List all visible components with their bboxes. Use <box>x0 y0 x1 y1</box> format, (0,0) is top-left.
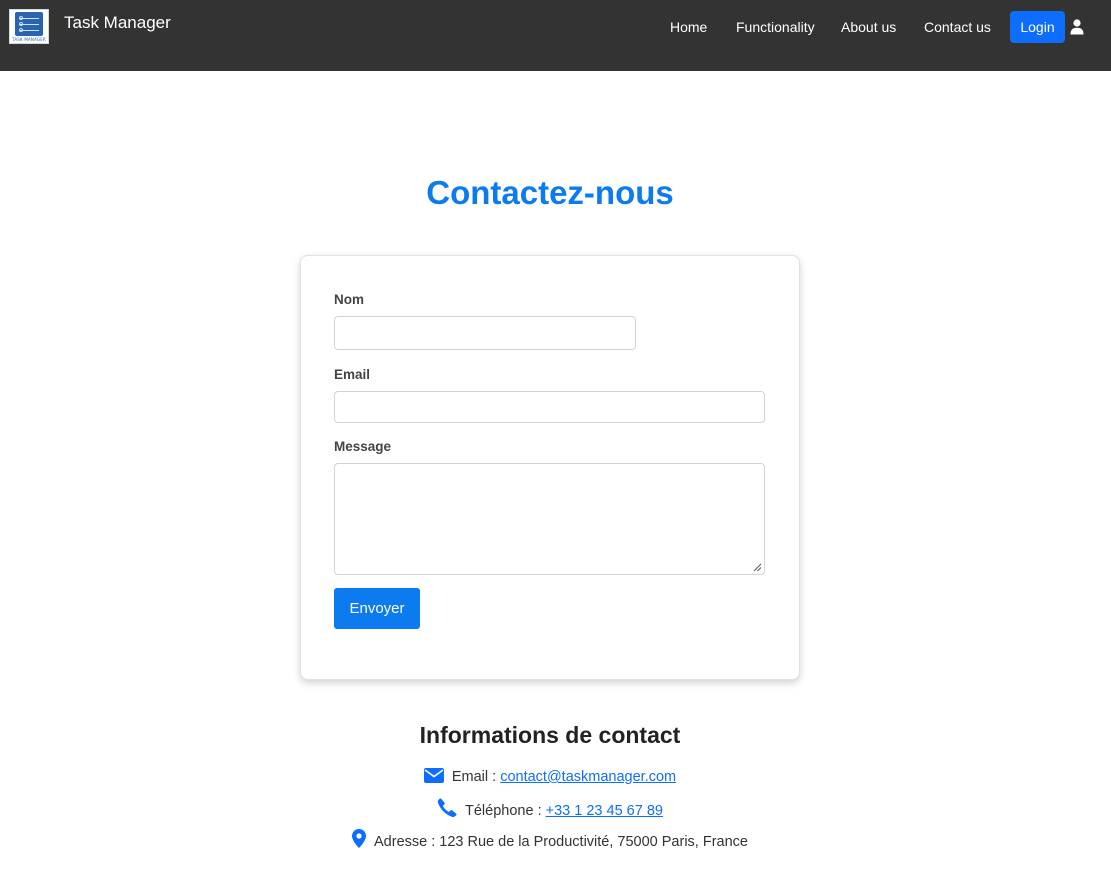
logo-panel <box>15 12 43 36</box>
email-input[interactable] <box>334 391 765 423</box>
nav-about-us[interactable]: About us <box>841 19 896 35</box>
email-label: Email <box>334 367 371 382</box>
nav-home[interactable]: Home <box>670 19 707 35</box>
contact-info-title: Informations de contact <box>419 722 681 748</box>
phone-icon <box>437 798 457 817</box>
user-icon[interactable] <box>1070 19 1084 35</box>
message-label: Message <box>334 439 392 454</box>
email-prefix: Email : <box>451 769 501 785</box>
resize-grip-icon[interactable] <box>753 563 762 572</box>
name-label: Nom <box>334 292 364 307</box>
phone-link[interactable]: +33 1 23 45 67 89 <box>546 803 663 819</box>
nav-functionality[interactable]: Functionality <box>736 19 815 35</box>
navbar: TASK MANAGER Task Manager Home Functiona… <box>0 0 1111 71</box>
message-textarea[interactable] <box>334 463 765 575</box>
contact-email-line: Email : contact@taskmanager.com <box>0 768 1100 785</box>
map-pin-icon <box>352 829 366 848</box>
contact-form-card: Nom Email Message Envoyer <box>300 255 800 680</box>
address-text: Adresse : 123 Rue de la Productivité, 75… <box>374 834 748 850</box>
envelope-icon <box>423 768 444 783</box>
send-button[interactable]: Envoyer <box>334 588 420 629</box>
brand-name[interactable]: Task Manager <box>64 13 171 33</box>
login-button[interactable]: Login <box>1010 11 1065 43</box>
page-title: Contactez-nous <box>426 174 674 211</box>
app-logo[interactable]: TASK MANAGER <box>9 9 49 44</box>
contact-phone-line: Téléphone : +33 1 23 45 67 89 <box>0 798 1100 819</box>
email-link[interactable]: contact@taskmanager.com <box>500 769 676 785</box>
contact-address-line: Adresse : 123 Rue de la Productivité, 75… <box>0 829 1100 850</box>
name-input[interactable] <box>334 316 636 350</box>
phone-prefix: Téléphone : <box>465 803 546 819</box>
nav-contact-us[interactable]: Contact us <box>924 19 991 35</box>
logo-caption: TASK MANAGER <box>12 37 46 42</box>
